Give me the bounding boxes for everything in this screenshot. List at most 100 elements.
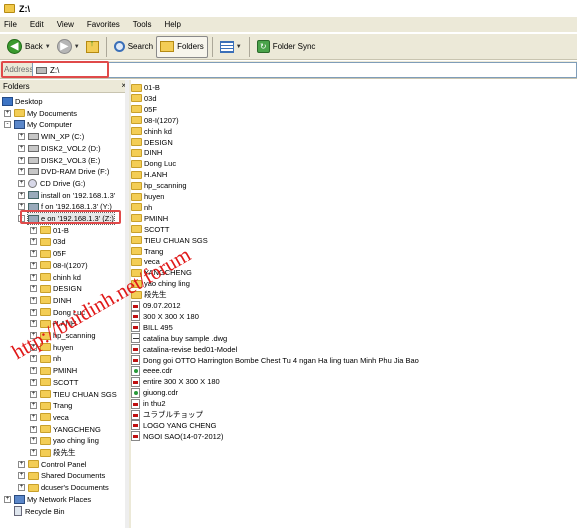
tree-node[interactable]: My Network Places: [14, 494, 91, 505]
tree-node[interactable]: DISK2_VOL2 (D:): [28, 143, 101, 154]
menu-help[interactable]: Help: [164, 20, 180, 29]
list-item[interactable]: LOGO YANG CHENG: [131, 420, 217, 431]
list-item[interactable]: huyen: [131, 191, 164, 202]
expand-icon[interactable]: +: [30, 273, 37, 281]
list-item[interactable]: eeee.cdr: [131, 365, 172, 376]
tree-node[interactable]: DESIGN: [40, 283, 82, 294]
tree-node[interactable]: My Computer: [14, 119, 72, 130]
chevron-down-icon[interactable]: ▼: [74, 44, 80, 50]
expand-icon[interactable]: +: [30, 367, 37, 375]
forward-button[interactable]: ▶ ▼: [54, 36, 83, 58]
tree-node[interactable]: PMINH: [40, 365, 77, 376]
tree-node[interactable]: Control Panel: [28, 459, 86, 470]
tree-node[interactable]: install on '192.168.1.3': [28, 190, 115, 201]
tree-node[interactable]: My Documents: [14, 108, 77, 119]
list-item[interactable]: DESIGN: [131, 137, 173, 148]
list-item[interactable]: BILL 495: [131, 322, 173, 333]
tree-node[interactable]: 段先生: [40, 447, 76, 458]
menu-file[interactable]: File: [4, 20, 17, 29]
list-item[interactable]: ユラブルチョップ: [131, 409, 203, 420]
list-item[interactable]: hp_scanning: [131, 180, 187, 191]
tree-node[interactable]: 05F: [40, 248, 66, 259]
expand-icon[interactable]: +: [30, 402, 37, 410]
list-item[interactable]: Dong goi OTTO Harrington Bombe Chest Tu …: [131, 355, 419, 366]
tree-node[interactable]: Desktop: [2, 96, 43, 107]
expand-icon[interactable]: +: [30, 226, 37, 234]
list-item[interactable]: DINH: [131, 147, 162, 158]
expand-icon[interactable]: +: [18, 179, 25, 187]
expand-icon[interactable]: +: [30, 285, 37, 293]
list-item[interactable]: PMINH: [131, 213, 168, 224]
expand-icon[interactable]: +: [30, 296, 37, 304]
expand-icon[interactable]: +: [18, 133, 25, 141]
expand-icon[interactable]: +: [30, 413, 37, 421]
tree-node[interactable]: WIN_XP (C:): [28, 131, 84, 142]
expand-icon[interactable]: +: [30, 437, 37, 445]
list-item[interactable]: SCOTT: [131, 224, 169, 235]
list-item[interactable]: catalina buy sample .dwg: [131, 333, 227, 344]
back-button[interactable]: ◀ Back ▼: [4, 36, 54, 58]
up-button[interactable]: ↑: [83, 36, 102, 58]
tree-node[interactable]: 01-B: [40, 225, 69, 236]
list-item[interactable]: in thu2: [131, 398, 166, 409]
expand-icon[interactable]: +: [4, 495, 11, 503]
list-item[interactable]: 08-I(1207): [131, 115, 179, 126]
tree-node[interactable]: dcuser's Documents: [28, 482, 109, 493]
tree-node[interactable]: TIEU CHUAN SGS: [40, 389, 117, 400]
list-item[interactable]: nh: [131, 202, 152, 213]
expand-icon[interactable]: +: [18, 460, 25, 468]
list-item[interactable]: giuong.cdr: [131, 387, 178, 398]
tree-node[interactable]: Recycle Bin: [14, 506, 65, 517]
tree-node[interactable]: CD Drive (G:): [28, 178, 85, 189]
expand-icon[interactable]: +: [18, 156, 25, 164]
collapse-icon[interactable]: -: [4, 121, 11, 129]
tree-node[interactable]: DVD-RAM Drive (F:): [28, 166, 109, 177]
list-item[interactable]: chinh kd: [131, 126, 172, 137]
chevron-down-icon[interactable]: ▼: [236, 44, 242, 50]
tree-node[interactable]: 03d: [40, 236, 66, 247]
expand-icon[interactable]: +: [18, 168, 25, 176]
expand-icon[interactable]: +: [30, 425, 37, 433]
list-item[interactable]: TIEU CHUAN SGS: [131, 235, 208, 246]
list-item[interactable]: 09.07.2012: [131, 300, 181, 311]
search-button[interactable]: Search: [111, 36, 156, 58]
menu-tools[interactable]: Tools: [133, 20, 152, 29]
list-item[interactable]: 01-B: [131, 82, 160, 93]
tree-node[interactable]: SCOTT: [40, 377, 78, 388]
list-item[interactable]: 05F: [131, 104, 157, 115]
expand-icon[interactable]: +: [30, 238, 37, 246]
expand-icon[interactable]: +: [30, 250, 37, 258]
list-item[interactable]: 03d: [131, 93, 157, 104]
tree-node[interactable]: Trang: [40, 400, 72, 411]
tree-node[interactable]: YANGCHENG: [40, 424, 101, 435]
tree-node[interactable]: DISK2_VOL3 (E:): [28, 155, 100, 166]
list-item[interactable]: 300 X 300 X 180: [131, 311, 199, 322]
tree-node[interactable]: veca: [40, 412, 69, 423]
expand-icon[interactable]: +: [30, 261, 37, 269]
expand-icon[interactable]: +: [30, 390, 37, 398]
list-item[interactable]: entire 300 X 300 X 180: [131, 376, 220, 387]
menu-favorites[interactable]: Favorites: [87, 20, 120, 29]
expand-icon[interactable]: +: [18, 472, 25, 480]
expand-icon[interactable]: +: [18, 144, 25, 152]
tree-node[interactable]: yao ching ling: [40, 435, 99, 446]
expand-icon[interactable]: +: [30, 308, 37, 316]
folders-button[interactable]: Folders: [156, 35, 208, 58]
expand-icon[interactable]: +: [30, 449, 37, 456]
tree-node[interactable]: nh: [40, 353, 61, 364]
tree-node[interactable]: Shared Documents: [28, 470, 105, 481]
tree-node[interactable]: DINH: [40, 295, 71, 306]
expand-icon[interactable]: +: [18, 484, 25, 492]
menu-edit[interactable]: Edit: [30, 20, 44, 29]
list-item[interactable]: NGOI SAO(14-07-2012): [131, 431, 223, 442]
expand-icon[interactable]: +: [18, 191, 25, 199]
expand-icon[interactable]: +: [30, 378, 37, 386]
views-button[interactable]: ▼: [217, 36, 245, 58]
menu-view[interactable]: View: [57, 20, 74, 29]
address-input[interactable]: Z:\: [32, 62, 577, 78]
folder-sync-button[interactable]: ↻ Folder Sync: [254, 36, 319, 58]
list-item[interactable]: H.ANH: [131, 169, 167, 180]
list-item[interactable]: catalina-revise bed01-Model: [131, 344, 237, 355]
chevron-down-icon[interactable]: ▼: [45, 44, 51, 50]
tree-node[interactable]: 08-I(1207): [40, 260, 88, 271]
